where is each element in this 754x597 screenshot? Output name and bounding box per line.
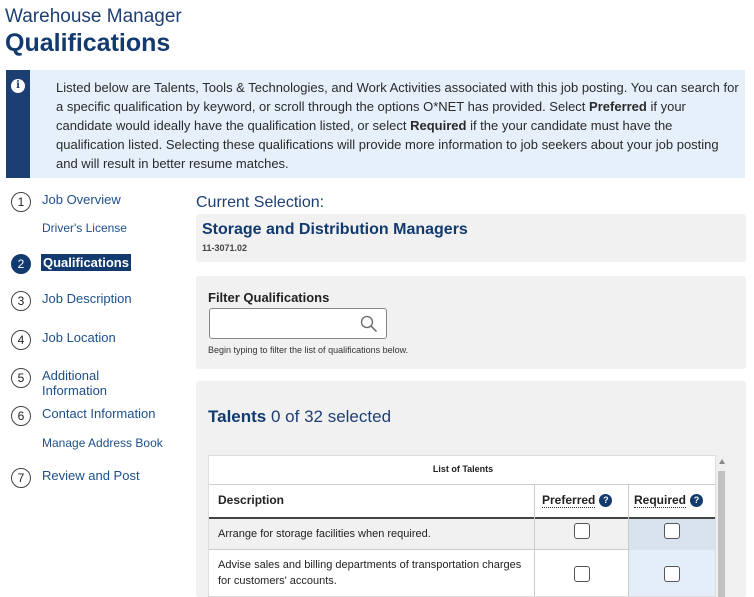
step-number: 3 [11,291,31,311]
filter-panel: Filter Qualifications Begin typing to fi… [196,276,746,369]
info-bar: i [6,70,30,178]
step-number: 7 [11,468,31,488]
current-selection-label: Current Selection: [196,194,325,211]
nav-step-qualifications[interactable]: 2 Qualifications [11,254,131,274]
scroll-thumb[interactable] [718,471,725,597]
required-term: Required [410,118,467,133]
subtitle: Warehouse Manager [5,6,182,27]
help-icon[interactable]: ? [599,494,613,507]
nav-step-job-overview[interactable]: 1 Job Overview [11,192,121,212]
scrollbar[interactable] [716,455,727,597]
table-row: Arrange for storage facilities when requ… [209,519,715,550]
scroll-up-arrow[interactable] [719,459,725,464]
filter-input-box[interactable] [209,308,387,339]
required-checkbox[interactable] [664,523,680,539]
nav-label: Job Overview [42,192,121,207]
step-number: 2 [11,254,31,274]
filter-label: Filter Qualifications [208,290,330,305]
nav-label: Job Location [42,330,116,345]
occupation-panel: Storage and Distribution Managers 11-307… [196,214,746,262]
help-icon[interactable]: ? [690,494,704,507]
column-header-preferred: Preferred? [542,485,613,518]
nav-sub-drivers-license[interactable]: Driver's License [42,221,127,235]
search-icon[interactable] [360,315,378,333]
column-header-required: Required? [634,485,704,518]
nav-step-contact-information[interactable]: 6 Contact Information [11,406,155,426]
occupation-code: 11-3071.02 [202,243,248,253]
step-number: 5 [11,368,31,388]
preferred-checkbox[interactable] [574,566,590,582]
nav-label: Qualifications [41,254,131,271]
filter-input[interactable] [214,309,362,338]
info-icon: i [11,79,25,93]
nav-step-additional-information[interactable]: 5 Additional Information [11,368,132,398]
preferred-term: Preferred [589,99,647,114]
nav-step-job-description[interactable]: 3 Job Description [11,291,132,311]
filter-help-text: Begin typing to filter the list of quali… [208,345,409,355]
page-title: Qualifications [5,29,171,57]
talents-heading: Talents 0 of 32 selected [208,407,392,426]
nav-step-review-and-post[interactable]: 7 Review and Post [11,468,140,488]
row-description: Advise sales and billing departments of … [218,559,522,587]
step-number: 4 [11,330,31,350]
table-caption: List of Talents [209,456,715,485]
preferred-checkbox[interactable] [574,523,590,539]
step-number: 6 [11,406,31,426]
row-description: Arrange for storage facilities when requ… [218,528,431,540]
nav-label: Additional Information [42,368,108,398]
column-divider [628,485,629,596]
info-text: Listed below are Talents, Tools & Techno… [56,80,739,171]
occupation-title: Storage and Distribution Managers [202,221,468,238]
talents-table: List of Talents Description Preferred? R… [208,455,716,597]
talents-panel: Talents 0 of 32 selected List of Talents… [196,381,746,597]
nav-step-job-location[interactable]: 4 Job Location [11,330,116,350]
nav-sub-manage-address-book[interactable]: Manage Address Book [42,436,163,450]
column-header-description: Description [218,493,285,507]
talents-count: 0 of 32 selected [266,407,392,426]
table-row: Advise sales and billing departments of … [209,550,715,596]
column-divider [534,485,535,596]
nav-label: Review and Post [42,468,140,483]
nav-label: Job Description [42,291,132,306]
nav-label: Contact Information [42,406,156,421]
required-checkbox[interactable] [664,566,680,582]
info-box: i Listed below are Talents, Tools & Tech… [6,70,745,178]
step-number: 1 [11,192,31,212]
